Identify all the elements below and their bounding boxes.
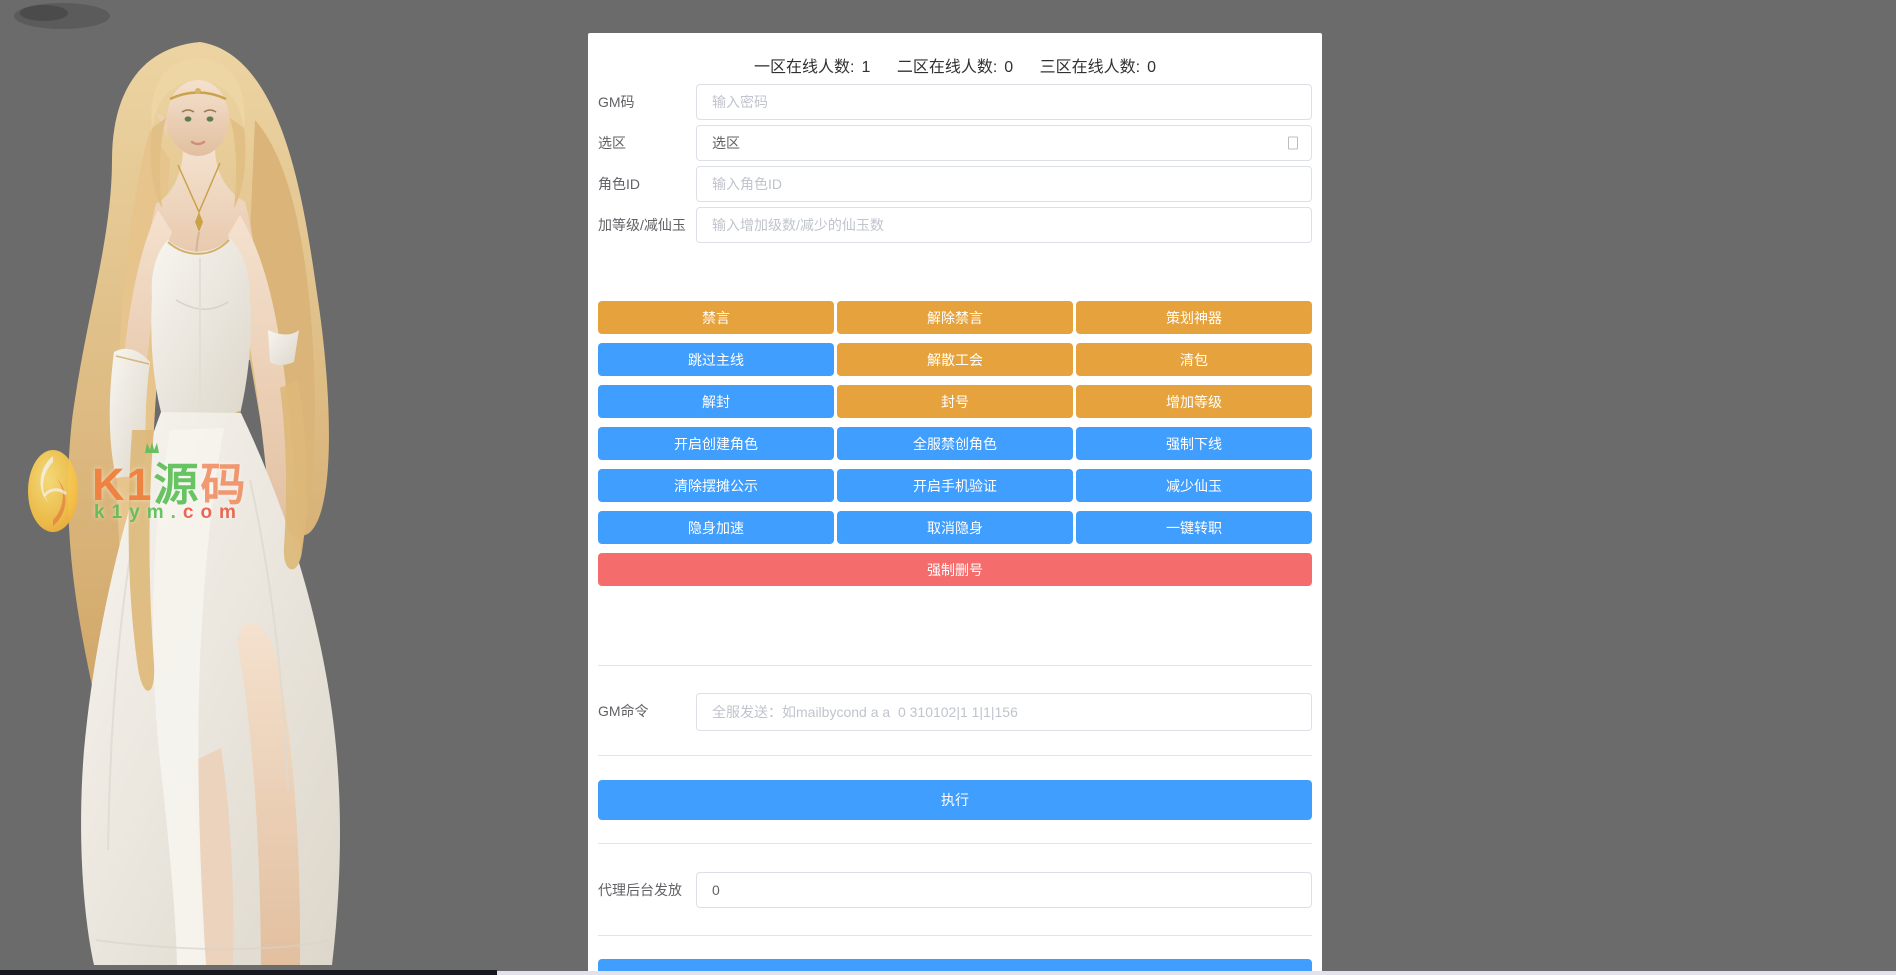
zone-select-row: 选区 [598, 125, 1312, 161]
grid-row-3: 解封 封号 增加等级 [598, 385, 1312, 418]
gm-command-row: GM命令 [598, 692, 1312, 731]
grid-row-4: 开启创建角色 全服禁创角色 强制下线 [598, 427, 1312, 460]
agent-grant-label: 代理后台发放 [598, 882, 682, 898]
divider [598, 665, 1312, 666]
enable-create-role-button[interactable]: 开启创建角色 [598, 427, 834, 460]
execute-button[interactable]: 执行 [598, 780, 1312, 820]
enable-phone-verify-button[interactable]: 开启手机验证 [837, 469, 1073, 502]
role-id-label: 角色ID [598, 176, 640, 192]
zone-select-label: 选区 [598, 135, 626, 151]
grid-row-danger: 强制删号 [598, 553, 1312, 586]
bottom-edge-light [497, 971, 1896, 975]
grid-row-5: 清除摆摊公示 开启手机验证 减少仙玉 [598, 469, 1312, 502]
gm-panel: 一区在线人数:1 二区在线人数:0 三区在线人数:0 GM码 选区 角色ID [588, 33, 1322, 975]
change-class-button[interactable]: 一键转职 [1076, 511, 1312, 544]
divider [598, 755, 1312, 756]
zone1-online-count: 一区在线人数: 1 [754, 59, 871, 76]
force-delete-account-button[interactable]: 强制删号 [598, 553, 1312, 586]
clear-stall-notice-button[interactable]: 清除摆摊公示 [598, 469, 834, 502]
gm-tool-button[interactable]: 策划神器 [1076, 301, 1312, 334]
gm-command-input[interactable] [696, 693, 1312, 731]
gm-code-input[interactable] [696, 84, 1312, 120]
disable-create-role-button[interactable]: 全服禁创角色 [837, 427, 1073, 460]
character-artwork [0, 0, 400, 975]
grid-row-6: 隐身加速 取消隐身 一键转职 [598, 511, 1312, 544]
reduce-jade-button[interactable]: 减少仙玉 [1076, 469, 1312, 502]
zone3-online-count: 三区在线人数: 0 [1039, 59, 1156, 76]
force-offline-button[interactable]: 强制下线 [1076, 427, 1312, 460]
mute-button[interactable]: 禁言 [598, 301, 834, 334]
skip-mainline-button[interactable]: 跳过主线 [598, 343, 834, 376]
add-level-button[interactable]: 增加等级 [1076, 385, 1312, 418]
gm-code-row: GM码 [598, 84, 1312, 120]
cancel-stealth-button[interactable]: 取消隐身 [837, 511, 1073, 544]
gm-code-label: GM码 [598, 94, 635, 110]
level-jade-label: 加等级/减仙玉 [598, 217, 686, 233]
role-id-input[interactable] [696, 166, 1312, 202]
zone2-online-count: 二区在线人数: 0 [896, 59, 1014, 76]
dropdown-placeholder-icon[interactable] [1288, 136, 1298, 150]
grid-row-2: 跳过主线 解散工会 清包 [598, 343, 1312, 376]
page: K1源码 k1ym.com 一区在线人数: 1 二区在线人数: 0 三区在线人数: 0… [0, 0, 1896, 975]
ban-button[interactable]: 封号 [837, 385, 1073, 418]
unmute-button[interactable]: 解除禁言 [837, 301, 1073, 334]
divider [598, 935, 1312, 936]
level-jade-row: 加等级/减仙玉 [598, 207, 1312, 243]
clear-bag-button[interactable]: 清包 [1076, 343, 1312, 376]
role-id-row: 角色ID [598, 166, 1312, 202]
level-jade-input[interactable] [696, 207, 1312, 243]
zone-select[interactable] [696, 125, 1312, 161]
stealth-speed-button[interactable]: 隐身加速 [598, 511, 834, 544]
agent-grant-row: 代理后台发放 [598, 872, 1312, 908]
online-status-bar: 一区在线人数: 1 二区在线人数: 0 三区在线人数: 0 [598, 33, 1312, 76]
action-button-grid: 禁言 解除禁言 策划神器 跳过主线 解散工会 清包 解封 封号 增加等级 开启创… [598, 301, 1312, 586]
agent-grant-input[interactable] [696, 872, 1312, 908]
elf-character-illustration [14, 3, 341, 965]
unban-button[interactable]: 解封 [598, 385, 834, 418]
gm-command-label: GM命令 [598, 703, 649, 719]
divider [598, 843, 1312, 844]
bottom-edge-dark [0, 970, 497, 975]
form-area: GM码 选区 角色ID 加等级/减仙玉 [598, 84, 1312, 243]
grid-row-1: 禁言 解除禁言 策划神器 [598, 301, 1312, 334]
disband-guild-button[interactable]: 解散工会 [837, 343, 1073, 376]
